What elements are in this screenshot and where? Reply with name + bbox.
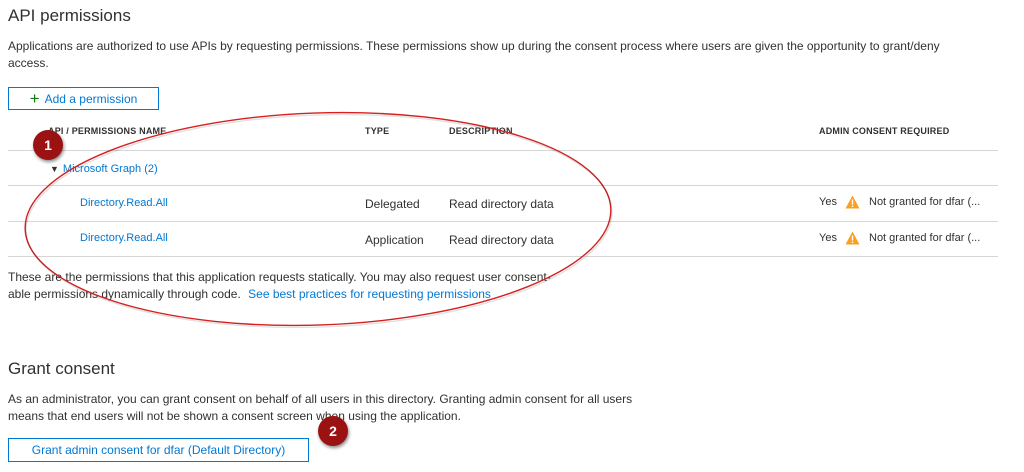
annotation-badge-1: 1 <box>33 130 63 160</box>
footer-text: able permissions dynamically through cod… <box>8 287 241 301</box>
group-label: Microsoft Graph (2) <box>62 163 158 175</box>
consent-status: Not granted for dfar (... <box>869 196 981 208</box>
permission-type: Application <box>365 233 424 247</box>
table-footer-note: These are the permissions that this appl… <box>8 269 628 303</box>
table-divider <box>8 221 998 222</box>
page-description: Applications are authorized to use APIs … <box>8 39 940 70</box>
column-header-name[interactable]: API / PERMISSIONS NAME <box>48 126 166 136</box>
column-header-admin-consent[interactable]: ADMIN CONSENT REQUIRED <box>819 126 949 136</box>
grant-admin-consent-label: Grant admin consent for dfar (Default Di… <box>31 443 286 457</box>
permission-type: Delegated <box>365 197 420 211</box>
caret-down-icon: ▼ <box>50 164 59 174</box>
column-header-type[interactable]: TYPE <box>365 126 389 136</box>
best-practices-link[interactable]: See best practices for requesting permis… <box>248 287 491 301</box>
permission-name-link[interactable]: Directory.Read.All <box>80 197 168 209</box>
annotation-badge-2: 2 <box>318 416 348 446</box>
permission-description: Read directory data <box>449 197 554 211</box>
grant-consent-description: As an administrator, you can grant conse… <box>8 391 708 425</box>
grant-consent-title: Grant consent <box>8 359 115 378</box>
permission-description: Read directory data <box>449 233 554 247</box>
consent-status: Not granted for dfar (... <box>869 232 981 244</box>
page-title: API permissions <box>8 6 131 25</box>
table-divider <box>8 150 998 151</box>
permission-name-link[interactable]: Directory.Read.All <box>80 232 168 244</box>
grant-line-1: As an administrator, you can grant conse… <box>8 392 633 406</box>
warning-icon <box>845 195 860 209</box>
add-permission-button[interactable]: + Add a permission <box>8 87 159 110</box>
table-divider <box>8 185 998 186</box>
footer-line-1: These are the permissions that this appl… <box>8 270 551 284</box>
add-permission-label: Add a permission <box>44 91 138 106</box>
plus-icon: + <box>29 88 40 108</box>
group-row-microsoft-graph[interactable]: ▼ Microsoft Graph (2) <box>50 161 158 177</box>
warning-icon <box>845 231 860 245</box>
footer-line-2: able permissions dynamically through cod… <box>8 286 628 303</box>
grant-admin-consent-button[interactable]: Grant admin consent for dfar (Default Di… <box>8 438 309 462</box>
table-divider <box>8 256 998 257</box>
admin-consent-required: Yes <box>819 232 837 244</box>
column-header-description[interactable]: DESCRIPTION <box>449 126 513 136</box>
admin-consent-required: Yes <box>819 196 837 208</box>
grant-line-2: means that end users will not be shown a… <box>8 409 461 423</box>
